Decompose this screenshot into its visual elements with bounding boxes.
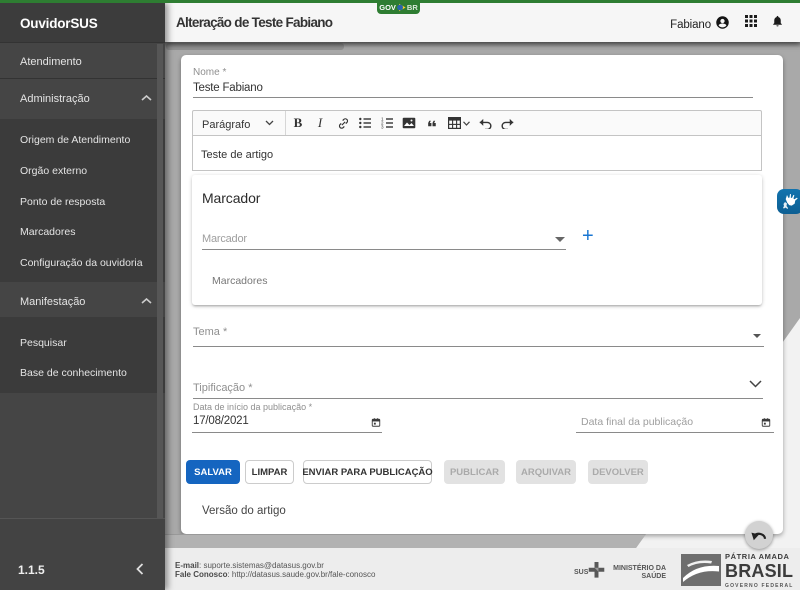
svg-text:3: 3: [381, 125, 384, 129]
